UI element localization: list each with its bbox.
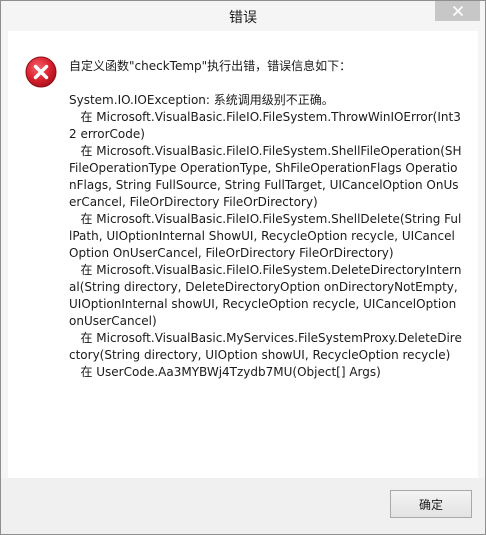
- error-icon: [25, 56, 57, 88]
- title-bar[interactable]: 错误: [1, 1, 485, 31]
- error-message: 自定义函数"checkTemp"执行出错，错误信息如下： System.IO.I…: [69, 58, 464, 381]
- window-title: 错误: [229, 10, 257, 26]
- message-header: 自定义函数"checkTemp"执行出错，错误信息如下：: [69, 59, 352, 73]
- message-body: System.IO.IOException: 系统调用级别不正确。 在 Micr…: [69, 93, 462, 379]
- close-icon: [452, 6, 463, 16]
- error-dialog: 错误 自定义函数"checkTemp"执行出错，错误信息如下： System.I…: [0, 0, 486, 535]
- message-area: 自定义函数"checkTemp"执行出错，错误信息如下： System.IO.I…: [8, 31, 478, 478]
- ok-button[interactable]: 确定: [390, 490, 472, 518]
- close-button[interactable]: [435, 1, 480, 21]
- button-bar: 确定: [1, 478, 485, 534]
